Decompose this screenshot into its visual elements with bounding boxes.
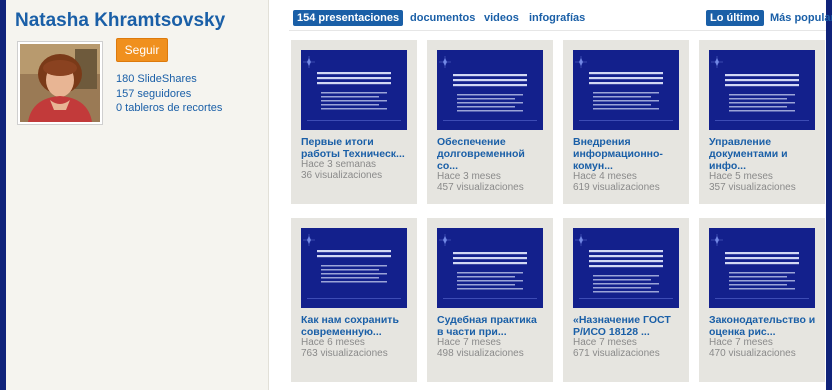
slide-thumbnail-art: [301, 228, 407, 308]
presentation-title-line: Законодательство и: [709, 314, 816, 326]
slide-thumbnail-art: [437, 228, 543, 308]
presentation-card[interactable]: Судебная практика в части при... Hace 7 me…: [427, 218, 553, 382]
profile-stats: 180 SlideShares 157 seguidores 0 tablero…: [116, 72, 222, 116]
presentation-card[interactable]: Как нам сохранить современную... Hace 6 me…: [291, 218, 417, 382]
presentation-title-line: Судебная практика: [437, 314, 537, 326]
slide-thumbnail-art: [437, 50, 543, 130]
slide-thumbnail-art: [573, 228, 679, 308]
presentation-age: Hace 7 meses: [573, 337, 637, 348]
presentation-card[interactable]: Внедрения информационно-комун... Hace 4 me…: [563, 40, 689, 204]
presentation-thumbnail[interactable]: [709, 50, 815, 130]
presentation-title-line: Обеспечение: [437, 136, 506, 148]
avatar[interactable]: [17, 41, 103, 125]
presentation-age: Hace 6 meses: [301, 337, 365, 348]
profile-sidebar: Natasha Khramtsovsky Seguir 180 SlideSha…: [6, 0, 268, 390]
presentation-views: 671 visualizaciones: [573, 347, 660, 359]
profile-name[interactable]: Natasha Khramtsovsky: [15, 10, 225, 32]
presentation-views: 457 visualizaciones: [437, 181, 524, 193]
presentation-age: Hace 5 meses: [709, 171, 773, 182]
presentation-title-link[interactable]: «Назначение ГОСТ Р/ИСО 18128 ...: [573, 314, 685, 338]
slideshares-count-link[interactable]: 180 SlideShares: [116, 72, 222, 87]
presentation-thumbnail[interactable]: [573, 228, 679, 308]
presentation-thumbnail[interactable]: [709, 228, 815, 308]
presentation-card[interactable]: «Назначение ГОСТ Р/ИСО 18128 ... Hace 7 me…: [563, 218, 689, 382]
presentation-title-line: Как нам сохранить: [301, 314, 399, 326]
presentation-title-link[interactable]: Обеспечение долговременной со...: [437, 136, 549, 172]
presentation-views: 470 visualizaciones: [709, 347, 796, 359]
presentation-title-line: информационно-: [573, 148, 663, 160]
avatar-photo: [20, 44, 100, 122]
presentation-title-line: Внедрения: [573, 136, 631, 148]
presentation-title-link[interactable]: Законодательство и оценка рис...: [709, 314, 821, 338]
presentation-views: 763 visualizaciones: [301, 347, 388, 359]
slide-thumbnail-art: [709, 228, 815, 308]
presentation-card[interactable]: Первые итоги работы Техническ... Hace 3 se…: [291, 40, 417, 204]
presentation-thumbnail[interactable]: [301, 50, 407, 130]
followers-count-link[interactable]: 157 seguidores: [116, 87, 222, 102]
presentation-age: Hace 4 meses: [573, 171, 637, 182]
slide-thumbnail-art: [709, 50, 815, 130]
presentation-title-line: документами и: [709, 148, 788, 160]
tabs-divider: [289, 30, 826, 31]
presentation-thumbnail[interactable]: [437, 50, 543, 130]
tab-infographics[interactable]: infografías: [529, 10, 585, 26]
presentation-title-line: долговременной: [437, 148, 525, 160]
tab-videos[interactable]: videos: [484, 10, 519, 26]
presentation-title-link[interactable]: Как нам сохранить современную...: [301, 314, 413, 338]
sort-popular-button[interactable]: Más popular: [770, 10, 832, 26]
presentation-views: 498 visualizaciones: [437, 347, 524, 359]
presentation-card[interactable]: Управление документами и инфо... Hace 5 mes…: [699, 40, 825, 204]
presentation-card[interactable]: Обеспечение долговременной со... Hace 3 mes…: [427, 40, 553, 204]
presentation-title-link[interactable]: Внедрения информационно-комун...: [573, 136, 685, 172]
content-area: 154 presentaciones documentos videos inf…: [269, 0, 832, 390]
presentation-title-line: Первые итоги: [301, 136, 374, 148]
presentation-card[interactable]: Законодательство и оценка рис... Hace 7 me…: [699, 218, 825, 382]
presentation-age: Hace 3 semanas: [301, 159, 377, 170]
presentation-thumbnail[interactable]: [573, 50, 679, 130]
presentation-views: 619 visualizaciones: [573, 181, 660, 193]
presentation-title-link[interactable]: Судебная практика в части при...: [437, 314, 549, 338]
clipboards-count-link[interactable]: 0 tableros de recortes: [116, 101, 222, 116]
profile-panel: Natasha Khramtsovsky Seguir 180 SlideSha…: [6, 0, 832, 390]
presentation-title-line: Управление: [709, 136, 772, 148]
slide-thumbnail-art: [573, 50, 679, 130]
presentation-title-line: «Назначение ГОСТ: [573, 314, 671, 326]
tab-presentations[interactable]: 154 presentaciones: [293, 10, 404, 26]
sort-latest-button[interactable]: Lo último: [706, 10, 764, 26]
presentation-age: Hace 7 meses: [709, 337, 773, 348]
presentation-thumbnail[interactable]: [437, 228, 543, 308]
presentation-views: 357 visualizaciones: [709, 181, 796, 193]
presentation-age: Hace 7 meses: [437, 337, 501, 348]
tab-documents[interactable]: documentos: [410, 10, 475, 26]
slide-thumbnail-art: [301, 50, 407, 130]
presentation-title-link[interactable]: Управление документами и инфо...: [709, 136, 821, 172]
follow-button[interactable]: Seguir: [116, 38, 168, 62]
presentation-views: 36 visualizaciones: [301, 169, 383, 181]
presentation-age: Hace 3 meses: [437, 171, 501, 182]
presentation-thumbnail[interactable]: [301, 228, 407, 308]
presentation-title-link[interactable]: Первые итоги работы Техническ...: [301, 136, 413, 160]
